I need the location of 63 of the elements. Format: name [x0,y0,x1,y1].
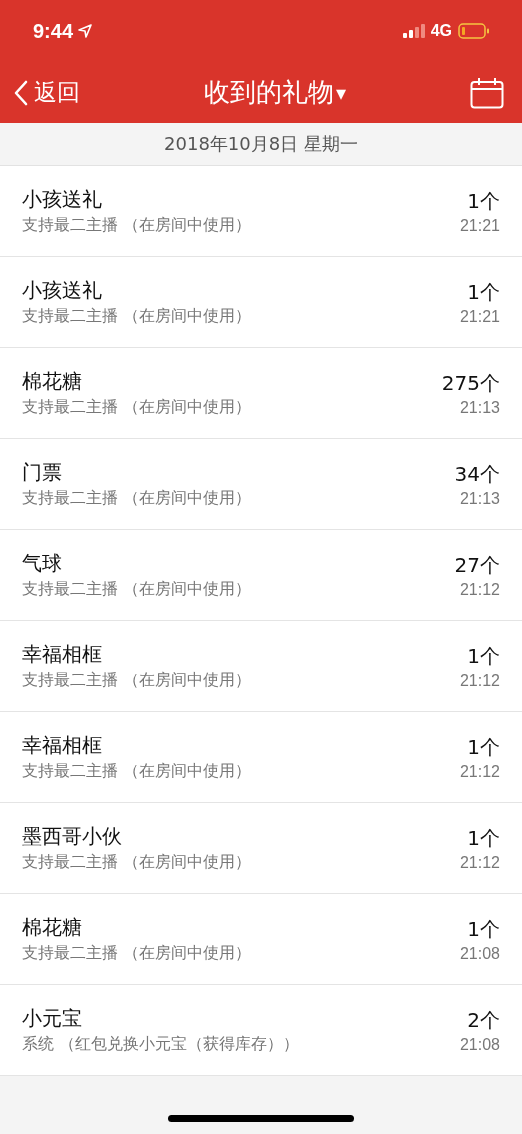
calendar-button[interactable] [470,76,504,109]
page-title: 收到的礼物 [203,76,334,109]
gift-count: 1个 [467,187,500,215]
gift-source: 支持最二主播 （在房间中使用） [22,761,252,782]
calendar-icon [470,76,504,109]
gift-time: 21:12 [459,580,500,599]
signal-icon [402,24,425,38]
battery-icon [458,23,490,39]
gift-source: 支持最二主播 （在房间中使用） [22,943,252,964]
gift-row[interactable]: 气球 支持最二主播 （在房间中使用） 27个 21:12 [0,530,522,621]
gift-time: 21:21 [459,216,500,235]
gift-count: 34个 [454,460,500,488]
gift-source: 支持最二主播 （在房间中使用） [22,852,252,873]
gift-name: 墨西哥小伙 [22,823,123,850]
caret-icon: ▾ [335,80,346,105]
gift-name: 棉花糖 [22,368,83,395]
gift-time: 21:13 [459,489,500,508]
gift-row[interactable]: 墨西哥小伙 支持最二主播 （在房间中使用） 1个 21:12 [0,803,522,894]
gift-source: 支持最二主播 （在房间中使用） [22,488,252,509]
gift-time: 21:08 [459,944,500,963]
gift-time: 21:12 [459,853,500,872]
gift-count: 1个 [467,278,500,306]
chevron-left-icon [14,79,28,106]
gift-row[interactable]: 幸福相框 支持最二主播 （在房间中使用） 1个 21:12 [0,621,522,712]
gift-name: 门票 [22,459,63,486]
gift-source: 支持最二主播 （在房间中使用） [22,397,252,418]
gift-time: 21:12 [459,762,500,781]
gift-row[interactable]: 门票 支持最二主播 （在房间中使用） 34个 21:13 [0,439,522,530]
gift-name: 幸福相框 [22,732,103,759]
gift-row[interactable]: 幸福相框 支持最二主播 （在房间中使用） 1个 21:12 [0,712,522,803]
gift-count: 1个 [467,642,500,670]
gift-source: 支持最二主播 （在房间中使用） [22,670,252,691]
gift-source: 支持最二主播 （在房间中使用） [22,215,252,236]
gift-name: 小孩送礼 [22,277,103,304]
gift-name: 棉花糖 [22,914,83,941]
gift-name: 小元宝 [22,1005,83,1032]
gift-source: 支持最二主播 （在房间中使用） [22,579,252,600]
gift-count: 27个 [454,551,500,579]
gift-time: 21:08 [459,1035,500,1054]
back-label: 返回 [34,78,80,107]
gift-name: 小孩送礼 [22,186,103,213]
gift-source: 支持最二主播 （在房间中使用） [22,306,252,327]
gift-time: 21:12 [459,671,500,690]
gift-time: 21:21 [459,307,500,326]
gift-source: 系统 （红包兑换小元宝（获得库存）） [22,1034,300,1055]
network-type: 4G [430,22,452,40]
gift-row[interactable]: 棉花糖 支持最二主播 （在房间中使用） 275个 21:13 [0,348,522,439]
gift-count: 2个 [467,1006,500,1034]
location-arrow-icon [78,24,93,38]
gift-time: 21:13 [459,398,500,417]
gift-count: 1个 [467,915,500,943]
gift-row[interactable]: 棉花糖 支持最二主播 （在房间中使用） 1个 21:08 [0,894,522,985]
status-time: 9:44 [33,19,74,43]
gift-count: 1个 [467,824,500,852]
gift-row[interactable]: 小孩送礼 支持最二主播 （在房间中使用） 1个 21:21 [0,166,522,257]
gift-row[interactable]: 小孩送礼 支持最二主播 （在房间中使用） 1个 21:21 [0,257,522,348]
title-dropdown[interactable]: 收到的礼物▾ [203,75,346,110]
back-button[interactable]: 返回 [14,77,80,108]
gift-row[interactable]: 小元宝 系统 （红包兑换小元宝（获得库存）） 2个 21:08 [0,985,522,1076]
gift-name: 气球 [22,550,63,577]
gift-name: 幸福相框 [22,641,103,668]
gift-count: 1个 [467,733,500,761]
gift-count: 275个 [441,369,500,397]
